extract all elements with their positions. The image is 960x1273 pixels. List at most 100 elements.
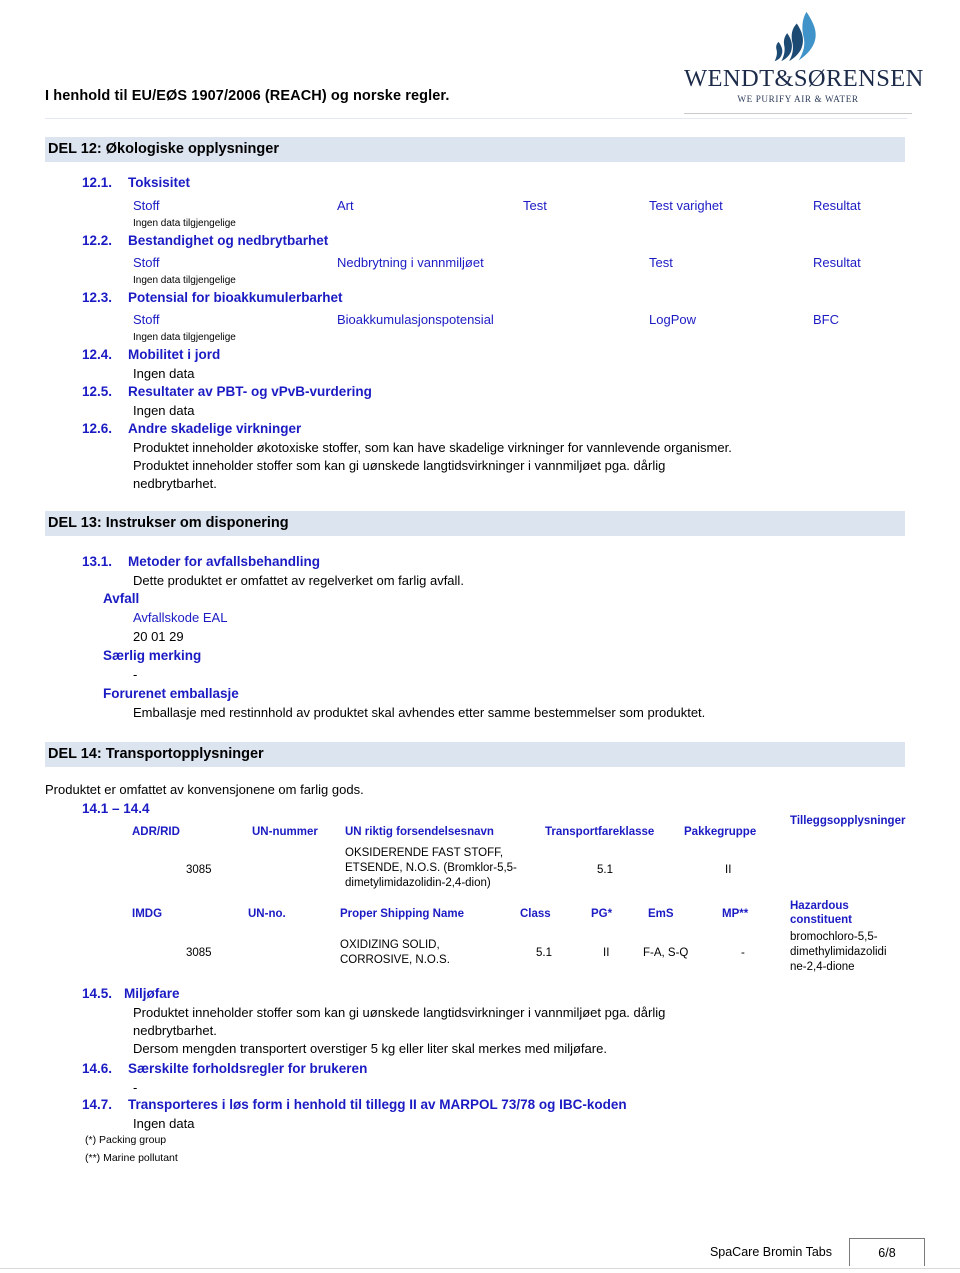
body-12-5: Ingen data [133, 403, 195, 418]
heading-12-3-title: Potensial for bioakkumulerbarhet [128, 290, 343, 305]
section-14-bar: DEL 14: Transportopplysninger [45, 742, 905, 767]
adr-col-mode: ADR/RID [132, 826, 180, 838]
value-avfallskode-eal: 20 01 29 [133, 629, 184, 644]
heading-13-1-number: 13.1. [82, 554, 113, 569]
body-14-5-line-2: nedbrytbarhet. [133, 1023, 217, 1038]
note-12-1: Ingen data tilgjengelige [133, 218, 236, 229]
adr-cell-packing-group: II [725, 864, 732, 876]
heading-13-1-title: Metoder for avfallsbehandling [128, 554, 321, 569]
imdg-col-mode: IMDG [132, 908, 163, 920]
imdg-col-un-no: UN-no. [248, 908, 286, 920]
adr-col-pakkegruppe: Pakkegruppe [684, 826, 757, 838]
header-divider [45, 118, 907, 119]
body-12-6-line-2: Produktet inneholder stoffer som kan gi … [133, 458, 666, 473]
imdg-col-pg: PG* [591, 908, 613, 920]
logo-tagline: WE PURIFY AIR & WATER [737, 93, 859, 104]
intro-14: Produktet er omfattet av konvensjonene o… [45, 782, 364, 797]
imdg-cell-shipping-name-line-2: CORROSIVE, N.O.S. [340, 954, 450, 966]
heading-14-5-number: 14.5. [82, 986, 113, 1001]
imdg-col-hazardous-constituent: Hazardous constituent [790, 900, 852, 926]
col-12-2-nedbrytning: Nedbrytning i vannmiljøet [337, 255, 484, 270]
adr-col-un-nummer: UN-nummer [252, 826, 318, 838]
imdg-col-ems: EmS [648, 908, 674, 920]
imdg-cell-hazardous-line-2: dimethylimidazolidi [790, 946, 887, 958]
imdg-cell-un-number: 3085 [186, 947, 212, 959]
imdg-cell-shipping-name-line-1: OXIDIZING SOLID, [340, 939, 440, 951]
adr-cell-shipping-name-line-3: dimetylimidazolidin-2,4-dion) [345, 877, 491, 889]
col-12-3-logpow: LogPow [649, 312, 696, 327]
heading-12-2-number: 12.2. [82, 233, 113, 248]
imdg-cell-mp: - [741, 947, 745, 959]
body-12-4: Ingen data [133, 366, 195, 381]
heading-14-6-number: 14.6. [82, 1061, 113, 1076]
col-12-1-resultat: Resultat [813, 198, 861, 213]
adr-cell-class: 5.1 [597, 864, 613, 876]
heading-12-5-title: Resultater av PBT- og vPvB-vurdering [128, 384, 372, 399]
footnote-marine-pollutant: (**) Marine pollutant [85, 1152, 178, 1164]
section-13-bar: DEL 13: Instrukser om disponering [45, 511, 905, 536]
col-12-3-bfc: BFC [813, 312, 839, 327]
col-12-2-stoff: Stoff [133, 255, 160, 270]
heading-14-5-title: Miljøfare [124, 986, 180, 1001]
col-12-1-stoff: Stoff [133, 198, 160, 213]
heading-12-3-number: 12.3. [82, 290, 113, 305]
footnote-packing-group: (*) Packing group [85, 1134, 167, 1146]
adr-cell-shipping-name-line-2: ETSENDE, N.O.S. (Bromklor-5,5- [345, 862, 517, 874]
heading-12-1-number: 12.1. [82, 175, 113, 190]
heading-14-range: 14.1 – 14.4 [82, 801, 150, 816]
heading-12-4-title: Mobilitet i jord [128, 347, 221, 362]
col-12-1-test-varighet: Test varighet [649, 198, 723, 213]
value-saerlig-merking: - [133, 667, 138, 682]
col-12-2-resultat: Resultat [813, 255, 861, 270]
company-logo: WENDT&SØRENSEN WE PURIFY AIR & WATER [684, 8, 924, 114]
col-12-1-art: Art [337, 198, 354, 213]
imdg-col-shipping-name: Proper Shipping Name [340, 908, 464, 920]
flame-wave-icon [774, 11, 816, 62]
heading-14-7-title: Transporteres i løs form i henhold til t… [128, 1097, 627, 1112]
heading-12-4-number: 12.4. [82, 347, 113, 362]
imdg-col-mp: MP** [722, 908, 749, 920]
imdg-cell-ems: F-A, S-Q [643, 947, 689, 959]
footer-product-name: SpaCare Bromin Tabs [709, 1245, 832, 1259]
adr-cell-un-number: 3085 [186, 864, 212, 876]
body-14-5-line-3: Dersom mengden transportert overstiger 5… [133, 1041, 607, 1056]
imdg-cell-class: 5.1 [536, 947, 552, 959]
imdg-cell-hazardous-line-3: ne-2,4-dione [790, 961, 855, 973]
adr-col-shipping-name: UN riktig forsendelsesnavn [345, 826, 494, 838]
heading-14-7-number: 14.7. [82, 1097, 113, 1112]
regulation-header: I henhold til EU/EØS 1907/2006 (REACH) o… [45, 88, 450, 104]
heading-saerlig-merking: Særlig merking [103, 648, 202, 663]
body-14-6: - [133, 1080, 138, 1095]
col-12-3-bioakk: Bioakkumulasjonspotensial [337, 312, 494, 327]
heading-12-2-title: Bestandighet og nedbrytbarhet [128, 233, 329, 248]
body-14-7: Ingen data [133, 1116, 195, 1131]
footer-divider [0, 1268, 960, 1269]
body-forurenet-emballasje: Emballasje med restinnhold av produktet … [133, 705, 706, 720]
body-12-6-line-1: Produktet inneholder økotoxiske stoffer,… [133, 440, 732, 455]
heading-12-6-title: Andre skadelige virkninger [128, 421, 302, 436]
heading-avfall: Avfall [103, 591, 140, 606]
heading-14-6-title: Særskilte forholdsregler for brukeren [128, 1061, 368, 1076]
body-14-5-line-1: Produktet inneholder stoffer som kan gi … [133, 1005, 666, 1020]
adr-cell-shipping-name-line-1: OKSIDERENDE FAST STOFF, [345, 847, 504, 859]
note-12-2: Ingen data tilgjengelige [133, 275, 236, 286]
col-12-2-test: Test [649, 255, 673, 270]
document-page: I henhold til EU/EØS 1907/2006 (REACH) o… [0, 0, 960, 1273]
heading-12-5-number: 12.5. [82, 384, 113, 399]
body-13-1: Dette produktet er omfattet av regelverk… [133, 573, 464, 588]
label-avfallskode-eal: Avfallskode EAL [133, 610, 228, 625]
col-12-3-stoff: Stoff [133, 312, 160, 327]
footer-page-number: 6/8 [849, 1238, 925, 1266]
heading-12-1-title: Toksisitet [128, 175, 191, 190]
body-12-6-line-3: nedbrytbarhet. [133, 476, 217, 491]
heading-12-6-number: 12.6. [82, 421, 113, 436]
adr-col-tilleggsopplysninger: Tilleggsopplysninger [790, 815, 906, 827]
imdg-cell-pg: II [603, 947, 610, 959]
imdg-cell-hazardous-line-1: bromochloro-5,5- [790, 931, 878, 943]
section-12-bar: DEL 12: Økologiske opplysninger [45, 137, 905, 162]
heading-forurenet-emballasje: Forurenet emballasje [103, 686, 239, 701]
col-12-1-test: Test [523, 198, 547, 213]
imdg-col-class: Class [520, 908, 551, 920]
logo-wordmark: WENDT&SØRENSEN [684, 65, 924, 92]
note-12-3: Ingen data tilgjengelige [133, 332, 236, 343]
